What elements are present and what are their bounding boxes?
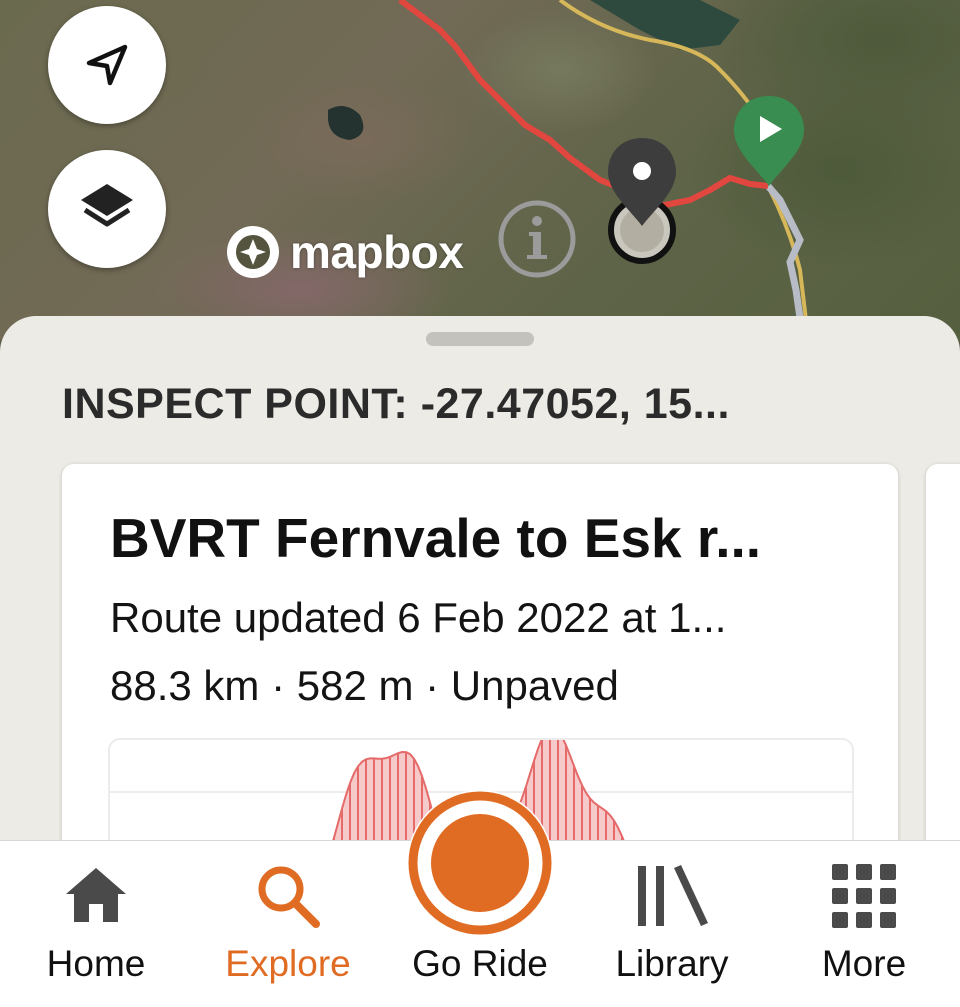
map-layers-button[interactable] [48,150,166,268]
inspect-point-sheet[interactable]: INSPECT POINT: -27.47052, 15... BVRT Fer… [0,316,960,884]
search-icon [258,866,320,928]
go-ride-button[interactable] [407,790,553,936]
route-stats: 88.3 km · 582 m · Unpaved [110,662,619,709]
route-name: BVRT Fernvale to Esk r... [110,507,762,569]
inspect-point-title: INSPECT POINT: -27.47052, 15... [62,380,730,428]
inspect-point-marker[interactable] [600,134,684,270]
locate-button[interactable] [48,6,166,124]
tab-library-label: Library [615,943,729,984]
tab-explore-label: Explore [225,943,351,984]
tab-explore[interactable]: Explore [192,841,384,1007]
tab-more-label: More [821,943,907,984]
mapbox-logo[interactable]: mapbox [224,222,464,282]
home-icon [66,868,126,922]
library-icon [638,865,708,926]
navigation-arrow-icon [86,44,128,86]
tab-home-label: Home [46,943,146,984]
tab-more[interactable]: More [768,841,960,1007]
info-icon[interactable] [497,199,577,279]
tab-home[interactable]: Home [0,841,192,1007]
route-updated-text: Route updated 6 Feb 2022 at 1... [110,594,727,641]
mapbox-logo-icon [227,226,279,278]
pond-shape [328,106,364,140]
tab-go-ride-label: Go Ride [412,943,548,984]
mapbox-wordmark: mapbox [290,226,464,278]
layers-icon [81,184,133,227]
next-route-card[interactable] [926,464,960,884]
start-marker[interactable] [730,94,808,190]
grid-icon [832,864,896,928]
map-view[interactable]: mapbox [0,0,960,340]
tab-library[interactable]: Library [576,841,768,1007]
sheet-grabber[interactable] [426,332,534,346]
record-icon [408,791,552,935]
alt-route-line [765,183,804,319]
